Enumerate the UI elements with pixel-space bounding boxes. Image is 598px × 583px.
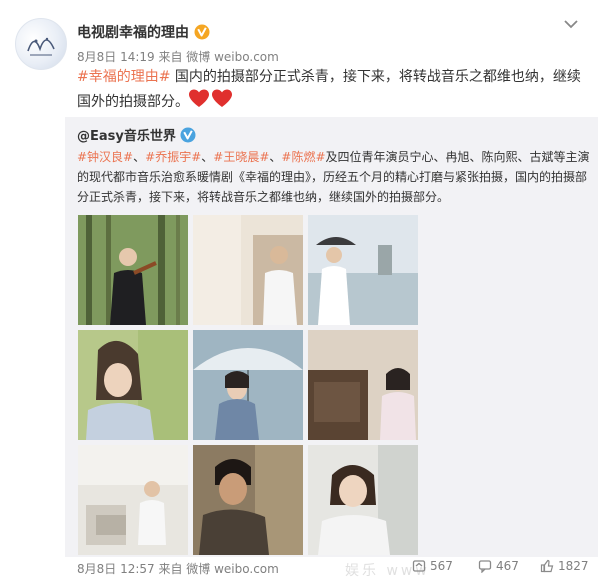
repost-author[interactable]: @Easy音乐世界: [77, 125, 196, 144]
like-icon: [540, 559, 554, 573]
photo-thumbnail[interactable]: [78, 330, 188, 440]
like-button[interactable]: 1827: [540, 559, 589, 573]
photo-thumbnail[interactable]: [308, 445, 418, 555]
post-meta[interactable]: 8月8日 14:19 来自 微博 weibo.com: [77, 48, 279, 65]
repost-text: #钟汉良#、#乔振宇#、#王晓晨#、#陈燃#及四位青年演员宁心、冉旭、陈向熙、古…: [77, 147, 592, 207]
verified-icon: [194, 24, 210, 40]
author-avatar[interactable]: [15, 18, 67, 70]
tag-link[interactable]: #钟汉良#: [77, 150, 133, 164]
repost-box[interactable]: @Easy音乐世界 #钟汉良#、#乔振宇#、#王晓晨#、#陈燃#及四位青年演员宁…: [65, 117, 598, 557]
topic-link[interactable]: #幸福的理由#: [77, 69, 170, 85]
verified-icon: [180, 127, 196, 142]
photo-thumbnail[interactable]: [193, 215, 303, 325]
like-count: 1827: [558, 559, 589, 573]
photo-thumbnail[interactable]: [308, 215, 418, 325]
tag-link[interactable]: #王晓晨#: [213, 150, 269, 164]
repost-button[interactable]: 567: [412, 559, 453, 573]
repost-count: 567: [430, 559, 453, 573]
action-bar: 567 467 1827: [390, 559, 595, 579]
photo-thumbnail[interactable]: [193, 330, 303, 440]
repost-author-name[interactable]: @Easy音乐世界: [77, 125, 176, 144]
photo-thumbnail[interactable]: [308, 330, 418, 440]
photo-thumbnail[interactable]: [193, 445, 303, 555]
tag-link[interactable]: #乔振宇#: [145, 150, 201, 164]
post-author-name[interactable]: 电视剧幸福的理由: [77, 22, 189, 42]
photo-grid: [78, 215, 418, 555]
separator: 、: [133, 150, 146, 164]
tag-link[interactable]: #陈燃#: [281, 150, 325, 164]
separator: 、: [269, 150, 282, 164]
weibo-card: 电视剧幸福的理由 8月8日 14:19 来自 微博 weibo.com #幸福的…: [0, 0, 598, 583]
post-text: #幸福的理由# 国内的拍摄部分正式杀青，接下来，将转战音乐之都维也纳，继续国外的…: [77, 66, 582, 117]
photo-thumbnail[interactable]: [78, 445, 188, 555]
heart-icons: [189, 89, 233, 117]
comment-button[interactable]: 467: [478, 559, 519, 573]
comment-count: 467: [496, 559, 519, 573]
photo-thumbnail[interactable]: [78, 215, 188, 325]
heart-icon: [189, 89, 232, 107]
separator: 、: [201, 150, 214, 164]
post-author[interactable]: 电视剧幸福的理由: [77, 22, 210, 42]
repost-icon: [412, 560, 426, 572]
repost-meta[interactable]: 8月8日 12:57 来自 微博 weibo.com: [77, 560, 279, 577]
comment-icon: [478, 560, 492, 573]
chevron-down-icon[interactable]: [563, 18, 579, 30]
